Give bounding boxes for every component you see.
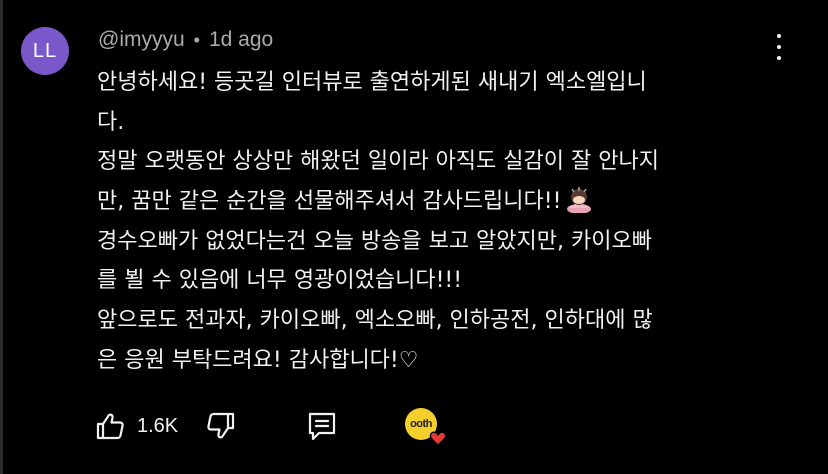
comment-line-text: 만, 꿈만 같은 순간을 선물해주셔서 감사드립니다!! — [97, 189, 562, 215]
creator-heart: ooth — [405, 406, 447, 447]
comment-line: 를 뵐 수 있음에 너무 영광이었습니다!!! — [97, 268, 463, 294]
comment-line: 앞으로도 전과자, 카이오빠, 엑소오빠, 인하공전, 인하대에 많 — [97, 308, 653, 334]
comment-actions: 1.6K ooth — [95, 406, 555, 447]
comment-text: 안녕하세요! 등곳길 인터뷰로 출연하게된 새내기 엑소엘입니 다. 정말 오랫… — [97, 63, 797, 381]
bowing-person-emoji — [567, 187, 592, 214]
thumbs-up-icon — [96, 413, 124, 440]
comment-line: 안녕하세요! 등곳길 인터뷰로 출연하게된 새내기 엑소엘입니 — [97, 70, 647, 95]
timestamp[interactable]: 1d ago — [209, 28, 273, 52]
reply-comment-icon — [308, 412, 336, 441]
like-button[interactable] — [95, 406, 125, 446]
like-count: 1.6K — [137, 414, 179, 437]
heart-icon — [429, 431, 447, 447]
comment-line: 경수오빠가 없었다는건 오늘 방송을 보고 알았지만, 카이오빠 — [97, 228, 652, 254]
comment-meta: @imyyyu • 1d ago — [98, 27, 273, 53]
dislike-button[interactable] — [206, 406, 236, 446]
meta-separator: • — [193, 29, 200, 50]
comment-line: 정말 오랫동안 상상만 해왔던 일이라 아직도 실감이 잘 안나지 — [97, 149, 659, 175]
reply-button[interactable] — [306, 406, 338, 446]
avatar[interactable]: LL — [21, 27, 69, 75]
thread-line — [0, 0, 3, 474]
more-options-icon[interactable] — [772, 34, 786, 60]
thumbs-down-icon — [207, 412, 235, 439]
comment-line: 은 응원 부탁드려요! 감사합니다!♡ — [97, 347, 419, 373]
author-handle[interactable]: @imyyyu — [98, 28, 185, 52]
comment-line: 다. — [97, 109, 125, 135]
comment-line: 만, 꿈만 같은 순간을 선물해주셔서 감사드립니다!! — [97, 182, 797, 222]
creator-avatar: ooth — [405, 408, 447, 447]
